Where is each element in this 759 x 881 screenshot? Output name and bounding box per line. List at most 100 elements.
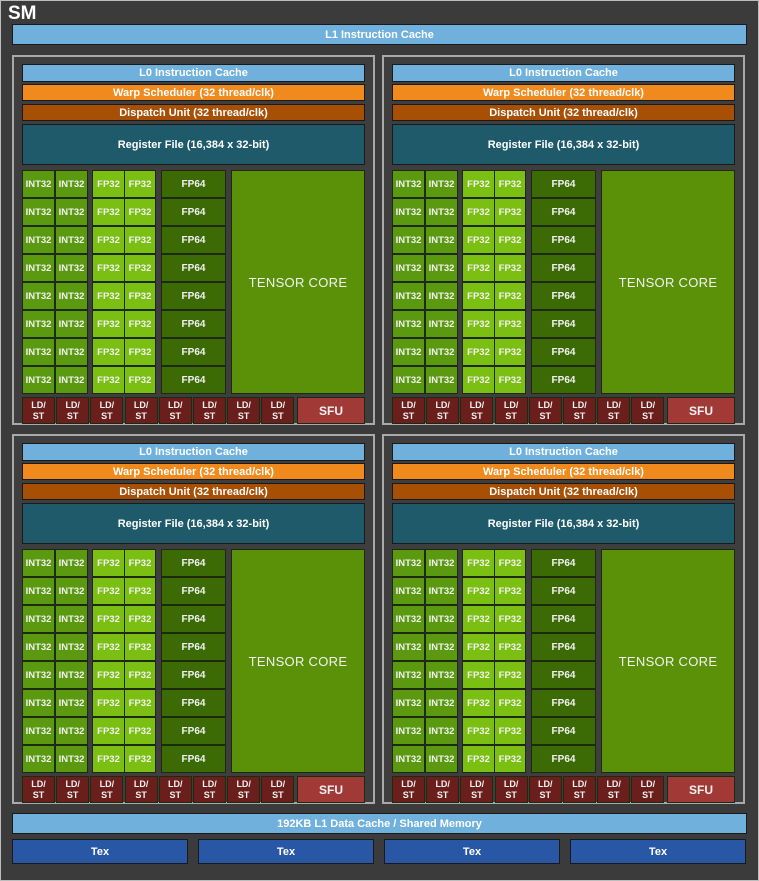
fp32-core: FP32 <box>124 549 156 577</box>
ldst-unit: LD/ST <box>426 776 460 803</box>
sm-title: SM <box>8 3 37 24</box>
ldst-label-top: LD/ <box>168 399 183 410</box>
ldst-label-top: LD/ <box>236 399 251 410</box>
int32-core: INT32 <box>425 577 458 605</box>
int32-core: INT32 <box>55 633 88 661</box>
dispatch-unit: Dispatch Unit (32 thread/clk) <box>22 104 365 121</box>
fp64-core: FP64 <box>161 605 226 633</box>
dispatch-unit: Dispatch Unit (32 thread/clk) <box>392 483 735 500</box>
int32-core: INT32 <box>22 366 55 394</box>
sm-block: SM L1 Instruction Cache L0 Instruction C… <box>0 0 759 881</box>
ldst-label-top: LD/ <box>202 778 217 789</box>
ldst-label-bottom: ST <box>402 789 415 800</box>
ldst-label-top: LD/ <box>401 399 416 410</box>
ldst-label-bottom: ST <box>436 789 449 800</box>
fp64-core: FP64 <box>161 745 226 773</box>
ldst-label-bottom: ST <box>203 789 216 800</box>
ldst-unit: LD/ST <box>227 776 261 803</box>
fp64-core: FP64 <box>531 254 596 282</box>
ldst-label-bottom: ST <box>272 789 284 800</box>
fp64-core: FP64 <box>161 170 226 198</box>
int32-core: INT32 <box>22 577 55 605</box>
int32-core: INT32 <box>392 226 425 254</box>
ldst-label-bottom: ST <box>32 789 45 800</box>
int32-core: INT32 <box>392 717 425 745</box>
ldst-unit: LD/ST <box>426 397 460 424</box>
fp32-core: FP32 <box>124 745 156 773</box>
fp64-core: FP64 <box>161 549 226 577</box>
ldst-unit: LD/ST <box>56 397 90 424</box>
ldst-label-top: LD/ <box>65 399 80 410</box>
fp64-core: FP64 <box>161 310 226 338</box>
fp32-core: FP32 <box>124 717 156 745</box>
ldst-label-bottom: ST <box>237 410 250 421</box>
sm-partition: L0 Instruction Cache Warp Scheduler (32 t… <box>12 434 375 804</box>
ldst-label-bottom: ST <box>642 789 654 800</box>
fp32-core: FP32 <box>462 310 495 338</box>
fp32-core: FP32 <box>92 366 125 394</box>
int32-core: INT32 <box>22 745 55 773</box>
register-file: Register File (16,384 x 32-bit) <box>22 503 365 544</box>
dispatch-unit: Dispatch Unit (32 thread/clk) <box>392 104 735 121</box>
int32-core: INT32 <box>392 366 425 394</box>
ldst-unit: LD/ST <box>563 776 596 803</box>
ldst-label-bottom: ST <box>471 789 483 800</box>
fp32-core: FP32 <box>494 310 526 338</box>
fp32-core: FP32 <box>494 170 526 198</box>
fp32-core: FP32 <box>462 198 495 226</box>
ldst-label-top: LD/ <box>606 778 621 789</box>
fp32-core: FP32 <box>494 717 526 745</box>
int32-core: INT32 <box>425 661 458 689</box>
ldst-label-top: LD/ <box>401 778 416 789</box>
fp32-core: FP32 <box>92 689 125 717</box>
fp64-core: FP64 <box>161 282 226 310</box>
int32-core: INT32 <box>392 633 425 661</box>
int32-core: INT32 <box>55 661 88 689</box>
int32-core: INT32 <box>425 338 458 366</box>
ldst-label-top: LD/ <box>202 399 217 410</box>
ldst-label-bottom: ST <box>169 789 182 800</box>
ldst-label-top: LD/ <box>538 399 553 410</box>
ldst-unit: LD/ST <box>193 776 226 803</box>
int32-core: INT32 <box>22 605 55 633</box>
ldst-label-top: LD/ <box>31 778 46 789</box>
ldst-unit: LD/ST <box>158 776 192 803</box>
l0-instruction-cache: L0 Instruction Cache <box>22 443 365 461</box>
fp32-core: FP32 <box>92 745 125 773</box>
sm-partition: L0 Instruction Cache Warp Scheduler (32 t… <box>382 55 745 425</box>
ldst-label-top: LD/ <box>270 399 286 410</box>
ldst-unit: LD/ST <box>261 397 295 424</box>
ldst-unit: LD/ST <box>528 776 562 803</box>
ldst-label-top: LD/ <box>133 399 149 410</box>
fp64-core: FP64 <box>531 605 596 633</box>
fp32-core: FP32 <box>494 633 526 661</box>
sfu-unit: SFU <box>297 397 365 424</box>
ldst-label-bottom: ST <box>436 410 449 421</box>
int32-core: INT32 <box>425 198 458 226</box>
ldst-unit: LD/ST <box>22 776 55 803</box>
fp32-core: FP32 <box>462 577 495 605</box>
int32-core: INT32 <box>22 226 55 254</box>
fp64-core: FP64 <box>531 366 596 394</box>
ldst-unit: LD/ST <box>460 776 494 803</box>
ldst-label-bottom: ST <box>505 789 517 800</box>
ldst-label-bottom: ST <box>32 410 45 421</box>
fp32-core: FP32 <box>462 745 495 773</box>
ldst-label-bottom: ST <box>135 410 147 421</box>
ldst-label-bottom: ST <box>607 410 620 421</box>
int32-core: INT32 <box>392 282 425 310</box>
fp32-core: FP32 <box>462 689 495 717</box>
int32-core: INT32 <box>425 745 458 773</box>
int32-core: INT32 <box>55 717 88 745</box>
fp32-core: FP32 <box>92 338 125 366</box>
l0-instruction-cache: L0 Instruction Cache <box>22 64 365 82</box>
ldst-label-bottom: ST <box>66 789 79 800</box>
ldst-label-top: LD/ <box>503 399 519 410</box>
fp32-core: FP32 <box>124 198 156 226</box>
ldst-label-top: LD/ <box>640 778 656 789</box>
fp32-core: FP32 <box>92 661 125 689</box>
int32-core: INT32 <box>55 689 88 717</box>
fp32-core: FP32 <box>92 577 125 605</box>
int32-core: INT32 <box>22 633 55 661</box>
int32-core: INT32 <box>392 661 425 689</box>
